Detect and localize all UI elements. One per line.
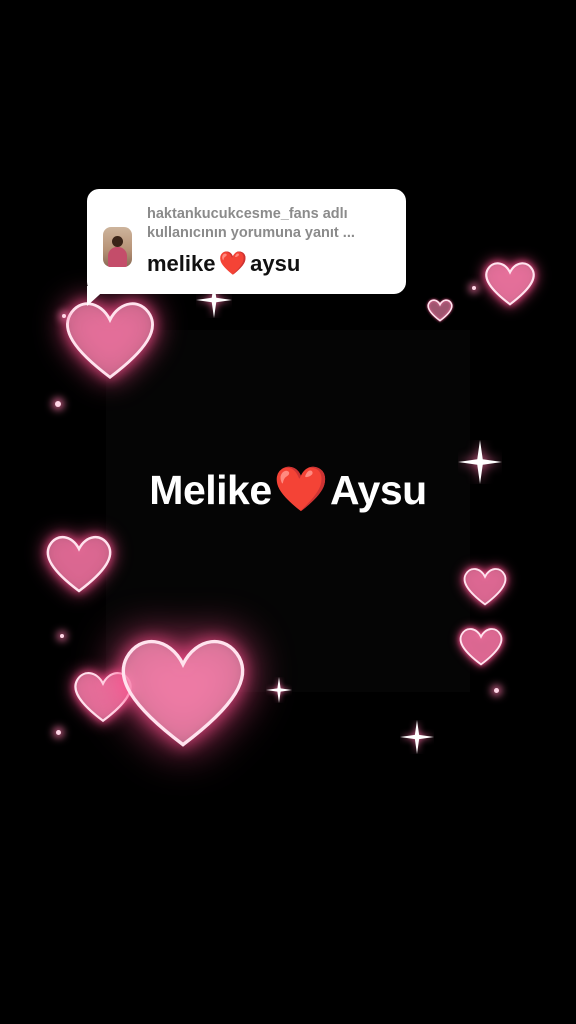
- comment-name-right: aysu: [250, 251, 301, 276]
- heart-icon: [462, 557, 508, 615]
- heart-icon: [62, 296, 158, 382]
- heart-icon: [482, 259, 538, 307]
- sparkle-icon: [400, 720, 434, 754]
- heart-icon: [44, 528, 114, 598]
- sparkle-icon: [266, 677, 292, 703]
- reply-comment-bubble[interactable]: haktankucukcesme_fans adlı kullanıcının …: [87, 189, 406, 294]
- reply-meta: haktankucukcesme_fans adlı kullanıcının …: [147, 205, 397, 243]
- red-heart-icon: ❤️: [273, 465, 329, 514]
- video-overlay-text: Melike❤️Aysu: [0, 463, 576, 515]
- glow-dot: [494, 688, 499, 693]
- reply-meta-line2: kullanıcının yorumuna yanıt ...: [147, 225, 355, 241]
- red-heart-icon: ❤️: [218, 250, 248, 276]
- glow-dot: [60, 634, 64, 638]
- overlay-name-left: Melike: [149, 467, 272, 513]
- avatar-head: [112, 236, 123, 247]
- glow-dot: [55, 401, 61, 407]
- heart-icon: [116, 630, 250, 752]
- glow-dot: [62, 314, 66, 318]
- video-frame: Melike❤️Aysu haktankucukcesme_fans adlı …: [0, 0, 576, 1024]
- avatar-body: [108, 247, 127, 267]
- comment-name-left: melike: [147, 251, 216, 276]
- heart-icon: [458, 624, 504, 668]
- glow-dot: [56, 730, 61, 735]
- overlay-name-right: Aysu: [329, 467, 427, 513]
- reply-meta-line1: haktankucukcesme_fans adlı: [147, 206, 348, 222]
- reply-comment-text: melike ❤️ aysu: [147, 250, 300, 277]
- avatar[interactable]: [103, 227, 132, 267]
- glow-dot: [472, 286, 476, 290]
- heart-icon: [426, 298, 454, 322]
